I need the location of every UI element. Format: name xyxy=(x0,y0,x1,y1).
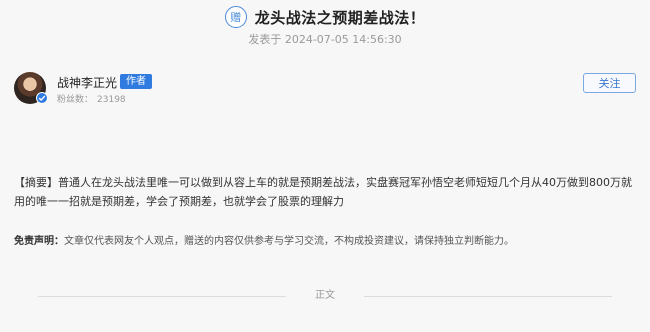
disclaimer-label: 免责声明： xyxy=(14,236,64,247)
author-row: 战神李正光 作者 粉丝数： 23198 关注 xyxy=(14,70,636,106)
disclaimer: 免责声明：文章仅代表网友个人观点，赠送的内容仅供参考与学习交流，不构成投资建议，… xyxy=(14,235,638,249)
divider-line-right xyxy=(364,296,612,297)
disclaimer-text: 文章仅代表网友个人观点，赠送的内容仅供参考与学习交流，不构成投资建议，请保持独立… xyxy=(64,236,514,247)
article-title: 龙头战法之预期差战法！ xyxy=(254,8,426,27)
post-time: 发表于 2024-07-05 14:56:30 xyxy=(248,33,402,46)
fans-info: 粉丝数： 23198 xyxy=(57,92,126,105)
fans-count: 23198 xyxy=(97,95,126,105)
fans-label: 粉丝数： xyxy=(57,95,94,105)
verified-check-icon xyxy=(36,92,48,104)
author-name[interactable]: 战神李正光 xyxy=(57,74,117,91)
body-divider: 正文 xyxy=(0,289,650,303)
title-row: 赠 龙头战法之预期差战法！ xyxy=(0,6,650,28)
follow-button[interactable]: 关注 xyxy=(583,73,636,93)
author-tag: 作者 xyxy=(120,74,152,89)
article-summary: 【摘要】普通人在龙头战法里唯一可以做到从容上车的就是预期差战法，实盘赛冠军孙悟空… xyxy=(14,176,632,208)
gift-badge-icon: 赠 xyxy=(224,6,247,28)
